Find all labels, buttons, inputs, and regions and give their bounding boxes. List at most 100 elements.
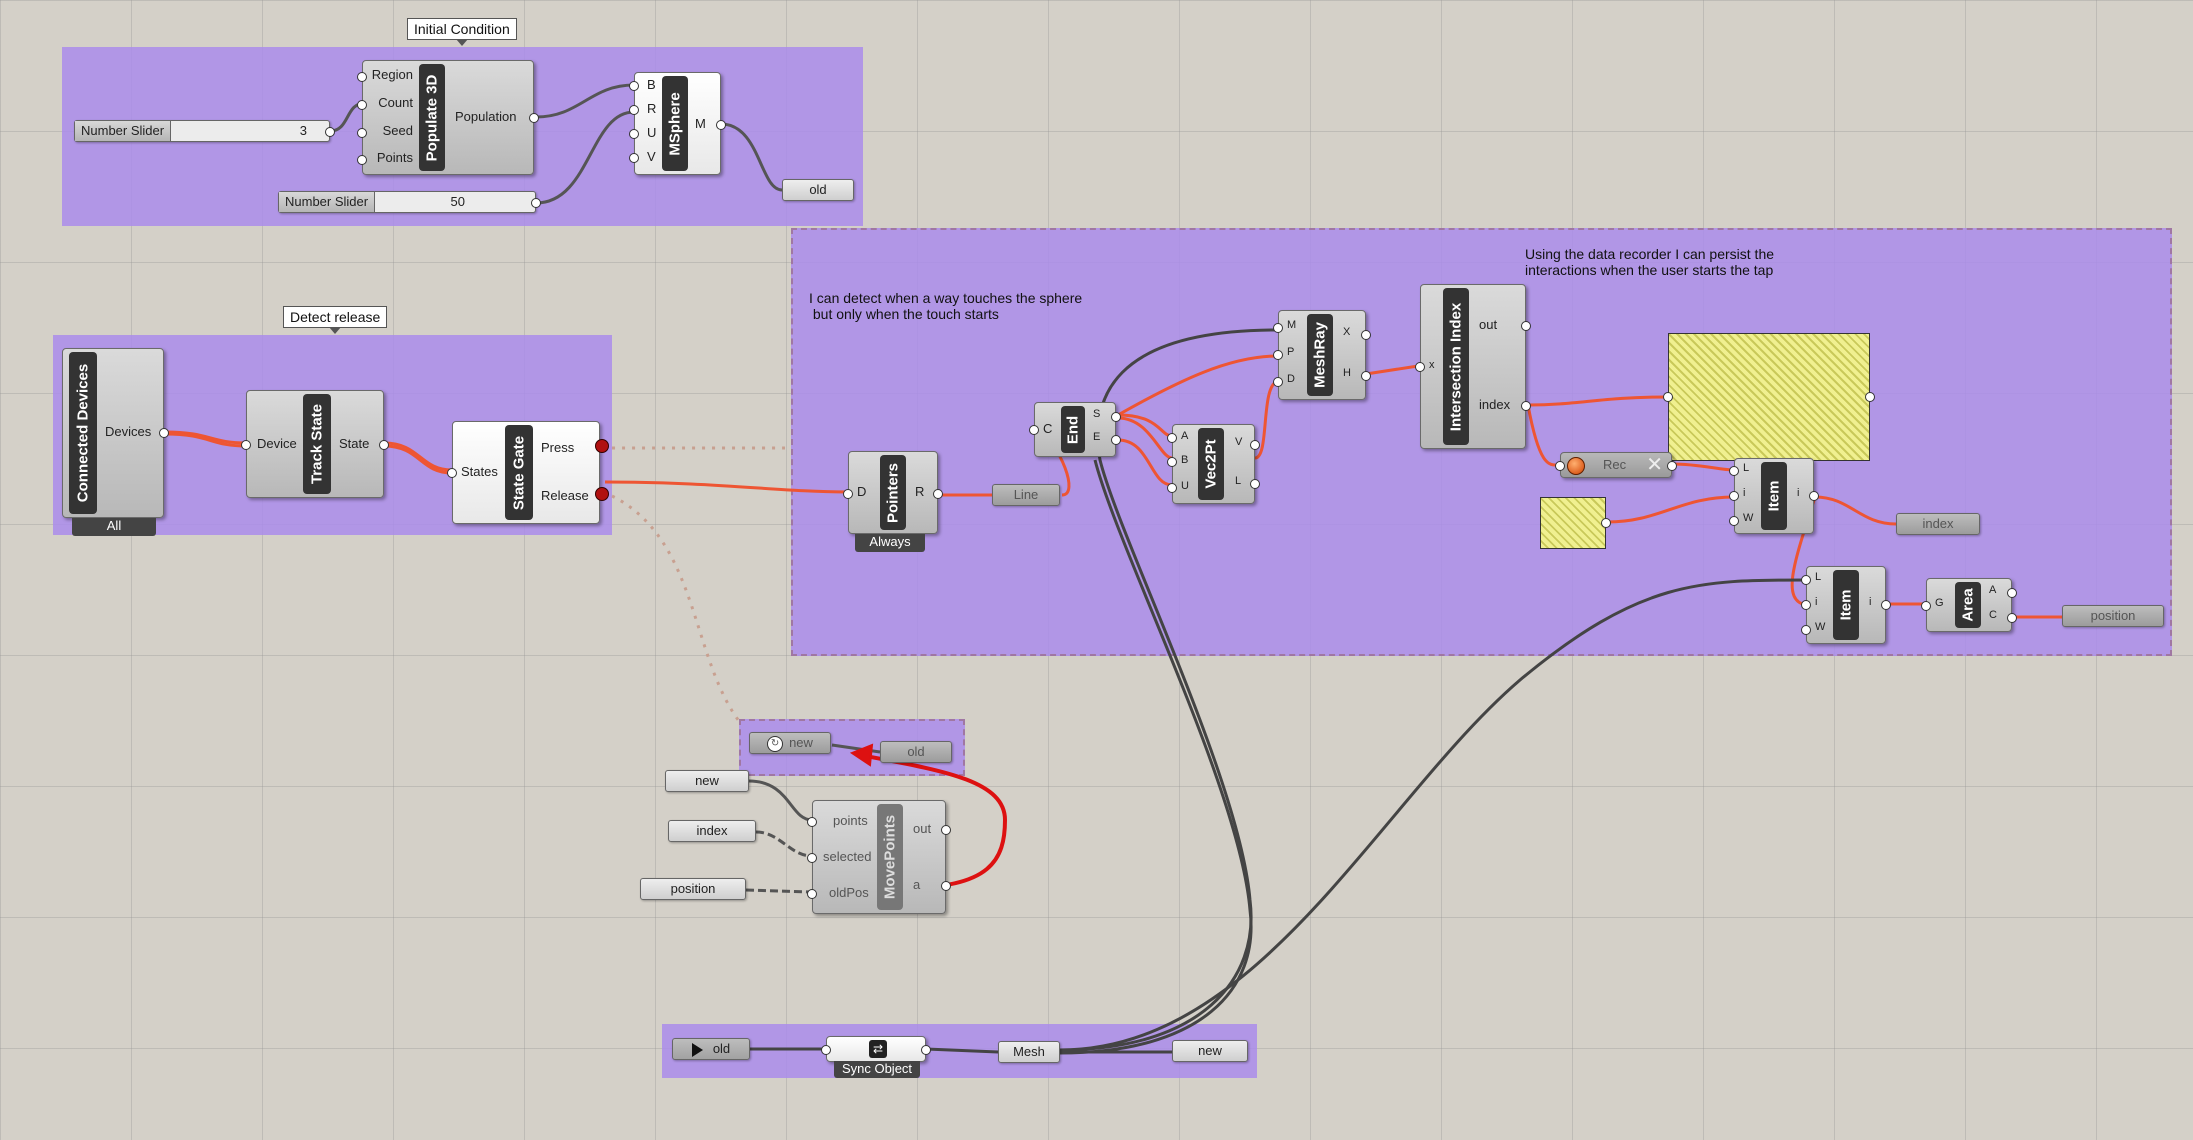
input-port[interactable] bbox=[1663, 392, 1673, 402]
input-port[interactable] bbox=[1801, 600, 1811, 610]
input-port[interactable] bbox=[807, 853, 817, 863]
component-end[interactable]: C End S E bbox=[1029, 402, 1121, 457]
component-state-gate[interactable]: States State Gate Press Release bbox=[447, 421, 609, 524]
slider-radius[interactable]: Number Slider 50 bbox=[278, 191, 541, 213]
output-port[interactable] bbox=[941, 825, 951, 835]
output-port[interactable] bbox=[1361, 371, 1371, 381]
param-old-relay[interactable]: old bbox=[880, 741, 952, 763]
output-port[interactable] bbox=[1667, 461, 1677, 471]
component-intersection-index[interactable]: x Intersection Index out index bbox=[1415, 284, 1531, 449]
input-port[interactable] bbox=[1801, 625, 1811, 635]
component-area[interactable]: G Area A C bbox=[1921, 578, 2017, 632]
input-port[interactable] bbox=[629, 105, 639, 115]
input-port[interactable] bbox=[807, 817, 817, 827]
output-port[interactable] bbox=[2007, 613, 2017, 623]
input-port[interactable] bbox=[1273, 377, 1283, 387]
output-port[interactable] bbox=[1250, 440, 1260, 450]
output-port[interactable] bbox=[1111, 435, 1121, 445]
input-port[interactable] bbox=[843, 489, 853, 499]
component-data-recorder[interactable]: Rec ✕ bbox=[1555, 452, 1677, 478]
input-port[interactable] bbox=[821, 1045, 831, 1055]
slider-count[interactable]: Number Slider 3 bbox=[74, 120, 335, 142]
input-port[interactable] bbox=[1029, 425, 1039, 435]
output-port[interactable] bbox=[159, 428, 169, 438]
input-port[interactable] bbox=[1167, 457, 1177, 467]
slider-value[interactable]: 50 bbox=[451, 192, 465, 212]
input-port[interactable] bbox=[1167, 483, 1177, 493]
output-port[interactable] bbox=[1361, 330, 1371, 340]
output-port[interactable] bbox=[531, 198, 541, 208]
input-port[interactable] bbox=[629, 81, 639, 91]
output-port[interactable] bbox=[379, 440, 389, 450]
wire bbox=[755, 830, 813, 858]
output-port[interactable] bbox=[1601, 518, 1611, 528]
pointers-mode[interactable]: Always bbox=[855, 534, 925, 552]
param-new-bottom[interactable]: new bbox=[1172, 1040, 1248, 1062]
component-movepoints[interactable]: points selected oldPos MovePoints out a bbox=[807, 800, 951, 914]
output-port[interactable] bbox=[921, 1045, 931, 1055]
input-port[interactable] bbox=[1415, 362, 1425, 372]
input-port[interactable] bbox=[1921, 601, 1931, 611]
param-position-in[interactable]: position bbox=[640, 878, 746, 900]
param-old-top[interactable]: old bbox=[782, 179, 854, 201]
input-port[interactable] bbox=[1273, 350, 1283, 360]
param-new-in[interactable]: new bbox=[665, 770, 749, 792]
play-icon[interactable] bbox=[691, 1042, 703, 1057]
output-port[interactable] bbox=[1521, 401, 1531, 411]
input-port[interactable] bbox=[357, 128, 367, 138]
component-sync-object[interactable]: ⇄ bbox=[821, 1036, 931, 1062]
input-port[interactable] bbox=[357, 155, 367, 165]
record-icon[interactable] bbox=[1567, 457, 1585, 475]
input-port[interactable] bbox=[1729, 516, 1739, 526]
component-item-1[interactable]: L i W Item i bbox=[1729, 458, 1819, 534]
param-index-in[interactable]: index bbox=[668, 820, 756, 842]
output-port[interactable] bbox=[1809, 491, 1819, 501]
panel-yellow-large[interactable] bbox=[1663, 333, 1875, 461]
input-port[interactable] bbox=[1167, 433, 1177, 443]
output-port[interactable] bbox=[941, 881, 951, 891]
output-port[interactable] bbox=[716, 120, 726, 130]
output-port[interactable] bbox=[1111, 412, 1121, 422]
output-port-press[interactable] bbox=[595, 439, 609, 453]
output-port[interactable] bbox=[2007, 588, 2017, 598]
param-line[interactable]: Line bbox=[992, 484, 1060, 506]
output-port[interactable] bbox=[1881, 600, 1891, 610]
input-port[interactable] bbox=[357, 72, 367, 82]
output-port[interactable] bbox=[325, 127, 335, 137]
input-port[interactable] bbox=[1729, 466, 1739, 476]
output-port[interactable] bbox=[933, 489, 943, 499]
component-msphere[interactable]: B R U V MSphere M bbox=[629, 72, 726, 175]
component-item-2[interactable]: L i W Item i bbox=[1801, 566, 1891, 644]
param-position-out[interactable]: position bbox=[2062, 605, 2164, 627]
output-port[interactable] bbox=[1865, 392, 1875, 402]
output-port[interactable] bbox=[1521, 321, 1531, 331]
component-meshray[interactable]: M P D MeshRay X H bbox=[1273, 310, 1371, 400]
component-connected-devices[interactable]: Connected Devices Devices bbox=[62, 348, 169, 518]
component-track-state[interactable]: Device Track State State bbox=[241, 390, 389, 498]
param-mesh[interactable]: Mesh bbox=[998, 1041, 1060, 1063]
connected-devices-mode[interactable]: All bbox=[72, 518, 156, 536]
param-old-bottom[interactable]: old bbox=[672, 1038, 750, 1060]
input-port[interactable] bbox=[629, 153, 639, 163]
input-port[interactable] bbox=[1555, 461, 1565, 471]
input-label: A bbox=[1181, 430, 1189, 442]
component-vec2pt[interactable]: A B U Vec2Pt V L bbox=[1167, 424, 1260, 504]
input-port[interactable] bbox=[241, 440, 251, 450]
output-port[interactable] bbox=[529, 113, 539, 123]
input-port[interactable] bbox=[629, 129, 639, 139]
output-port[interactable] bbox=[1250, 479, 1260, 489]
input-port[interactable] bbox=[1273, 323, 1283, 333]
component-pointers[interactable]: D Pointers R bbox=[843, 451, 943, 534]
param-index-out[interactable]: index bbox=[1896, 513, 1980, 535]
input-port[interactable] bbox=[1801, 575, 1811, 585]
component-populate-3d[interactable]: Region Count Seed Points Populate 3D Pop… bbox=[357, 60, 539, 175]
input-port[interactable] bbox=[447, 468, 457, 478]
input-port[interactable] bbox=[1729, 491, 1739, 501]
output-port-release[interactable] bbox=[595, 487, 609, 501]
input-port[interactable] bbox=[807, 889, 817, 899]
clear-icon[interactable]: ✕ bbox=[1646, 454, 1663, 476]
panel-yellow-small[interactable] bbox=[1540, 497, 1611, 549]
param-new-relay[interactable]: ↻ new bbox=[749, 732, 831, 754]
input-port[interactable] bbox=[357, 100, 367, 110]
slider-value[interactable]: 3 bbox=[300, 121, 307, 141]
